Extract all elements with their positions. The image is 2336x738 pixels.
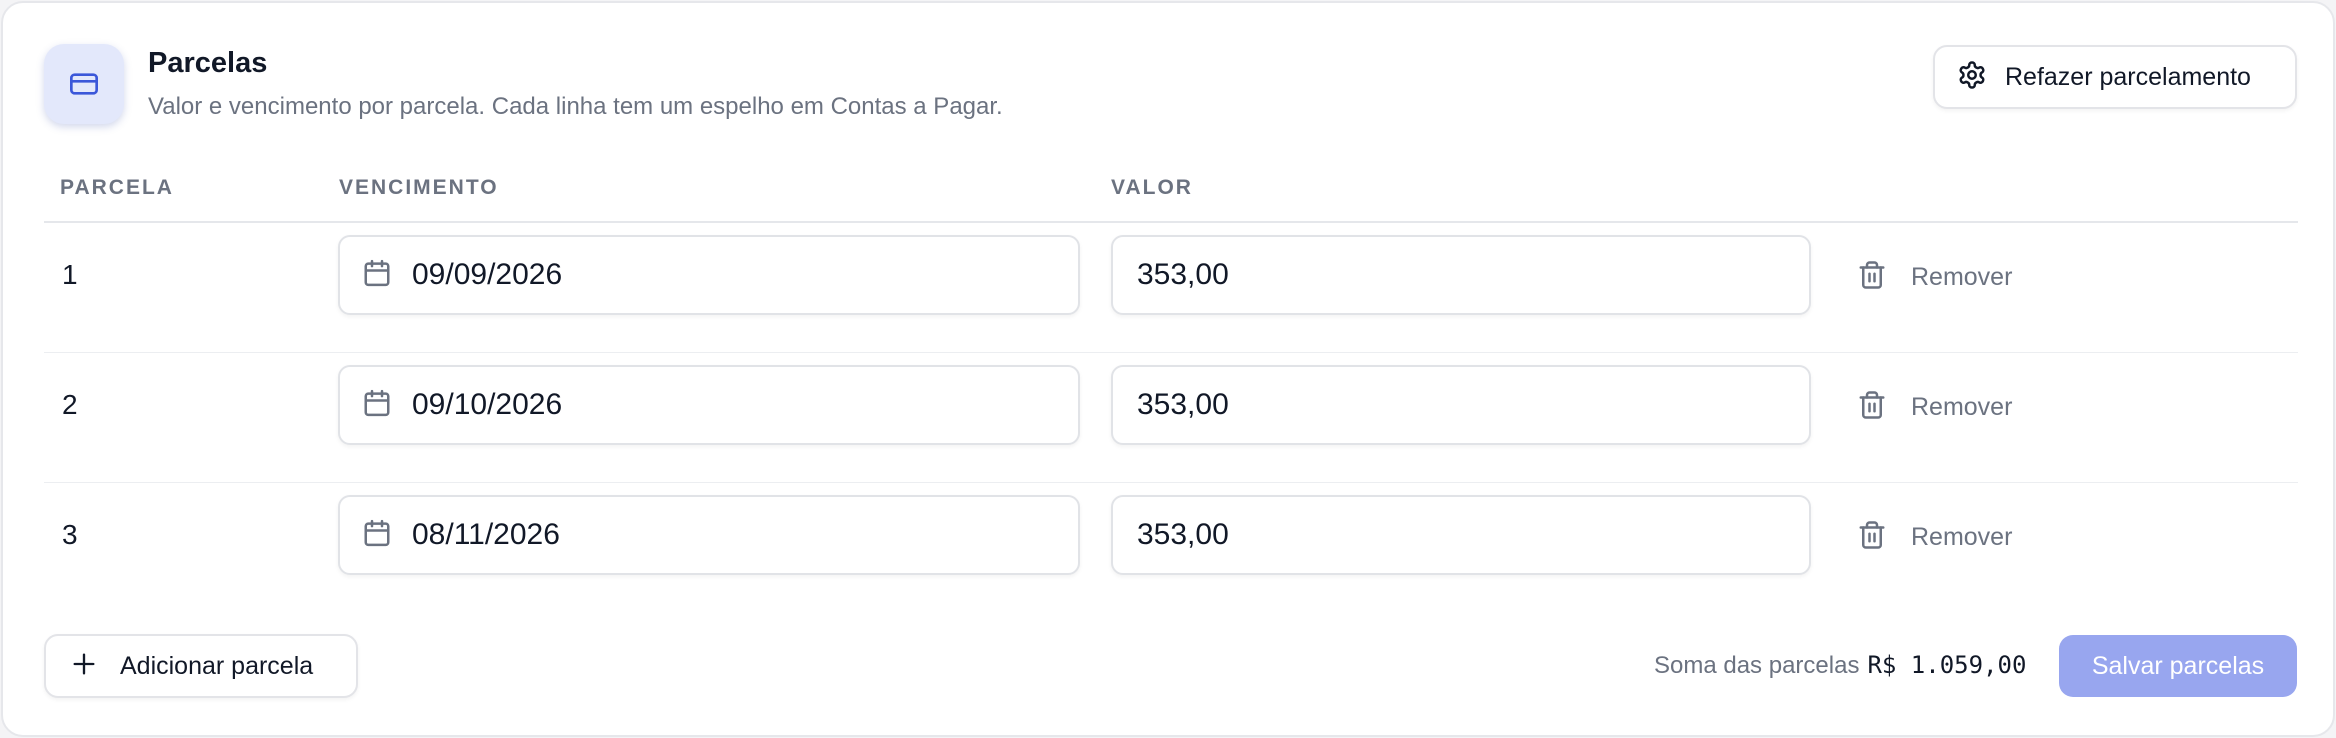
add-installment-button[interactable]: Adicionar parcela <box>44 634 358 698</box>
due-date-value: 09/09/2026 <box>412 258 563 291</box>
value-input[interactable]: 353,00 <box>1111 365 1811 445</box>
save-installments-label: Salvar parcelas <box>2091 651 2265 680</box>
due-date-value: 08/11/2026 <box>412 518 560 551</box>
credit-card-icon <box>44 44 124 124</box>
remove-installment-button[interactable]: Remover <box>1857 509 2012 565</box>
installments-card: Parcelas Valor e vencimento por parcela.… <box>1 1 2335 737</box>
due-date-input[interactable]: 08/11/2026 <box>338 495 1080 575</box>
value-text: 353,00 <box>1137 388 1229 421</box>
redo-installments-button[interactable]: Refazer parcelamento <box>1933 45 2297 109</box>
due-date-input[interactable]: 09/09/2026 <box>338 235 1080 315</box>
trash-icon <box>1857 520 1887 555</box>
installments-sum: Soma das parcelas R$ 1.059,00 <box>1654 651 2026 680</box>
remove-label: Remover <box>1911 522 2013 551</box>
plus-icon <box>70 650 98 683</box>
calendar-icon <box>362 388 392 423</box>
column-header-installment: PARCELA <box>60 176 174 199</box>
installment-row: 2 09/10/2026 353,00 Remover <box>44 353 2298 483</box>
value-text: 353,00 <box>1137 258 1229 291</box>
remove-installment-button[interactable]: Remover <box>1857 249 2012 305</box>
remove-installment-button[interactable]: Remover <box>1857 379 2012 435</box>
sum-value: R$ 1.059,00 <box>1867 651 2027 679</box>
card-subtitle: Valor e vencimento por parcela. Cada lin… <box>148 93 1003 120</box>
trash-icon <box>1857 390 1887 425</box>
installment-number: 1 <box>62 259 78 290</box>
gear-icon <box>1957 60 1987 95</box>
installment-row: 1 09/09/2026 353,00 Remover <box>44 223 2298 353</box>
trash-icon <box>1857 260 1887 295</box>
value-text: 353,00 <box>1137 518 1229 551</box>
add-installment-label: Adicionar parcela <box>120 651 314 680</box>
installment-number: 2 <box>62 389 78 420</box>
column-header-due-date: VENCIMENTO <box>339 176 499 199</box>
due-date-value: 09/10/2026 <box>412 388 563 421</box>
calendar-icon <box>362 518 392 553</box>
column-header-value: VALOR <box>1111 176 1193 199</box>
installment-number: 3 <box>62 519 78 550</box>
sum-label: Soma das parcelas <box>1654 652 1860 679</box>
remove-label: Remover <box>1911 262 2013 291</box>
redo-installments-label: Refazer parcelamento <box>2005 62 2251 91</box>
card-title: Parcelas <box>148 47 268 79</box>
value-input[interactable]: 353,00 <box>1111 235 1811 315</box>
value-input[interactable]: 353,00 <box>1111 495 1811 575</box>
installment-row: 3 08/11/2026 353,00 Remover <box>44 483 2298 613</box>
due-date-input[interactable]: 09/10/2026 <box>338 365 1080 445</box>
calendar-icon <box>362 258 392 293</box>
remove-label: Remover <box>1911 392 2013 421</box>
save-installments-button[interactable]: Salvar parcelas <box>2059 635 2297 697</box>
